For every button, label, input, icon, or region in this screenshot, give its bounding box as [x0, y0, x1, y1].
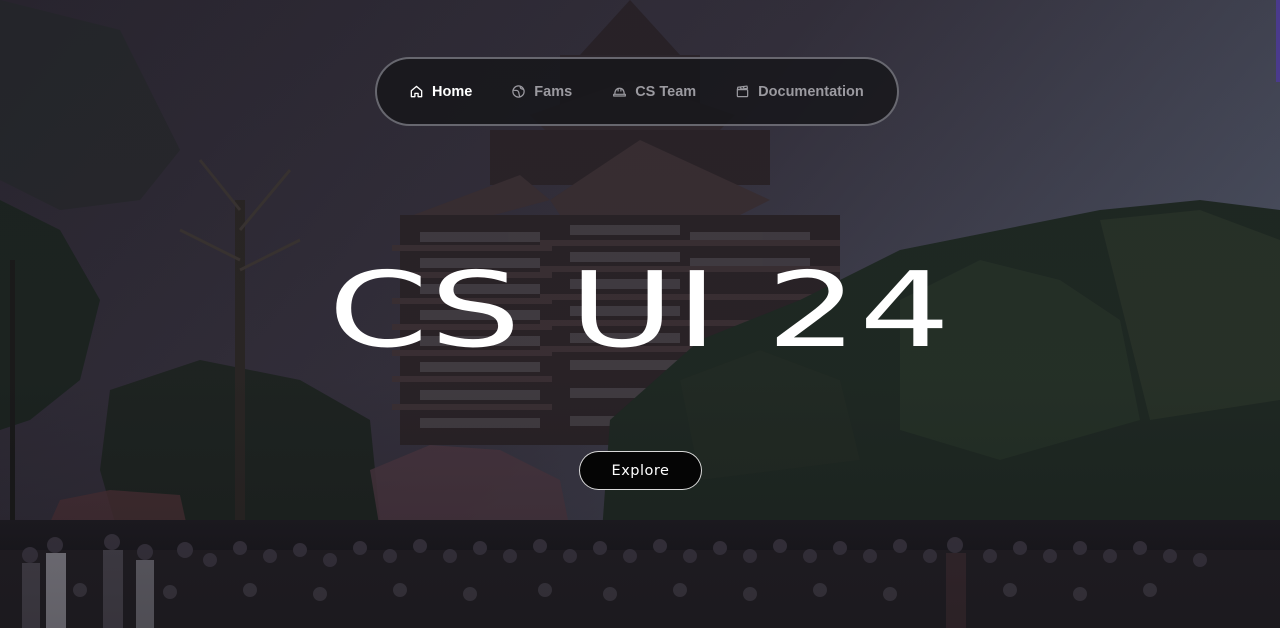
explore-button[interactable]: Explore	[579, 451, 702, 490]
nav-item-cs-team[interactable]: CS Team	[612, 77, 696, 107]
nav-item-fams[interactable]: Fams	[511, 77, 572, 107]
hero-title: CS UI 24	[328, 249, 952, 371]
nav-item-label: Fams	[534, 83, 573, 100]
main-navbar: Home Fams CS Team Documentation	[375, 57, 899, 126]
nav-item-label: Home	[432, 83, 473, 100]
nav-item-label: Documentation	[758, 83, 864, 100]
helmet-icon	[612, 84, 627, 99]
nav-item-label: CS Team	[635, 83, 697, 100]
nav-item-home[interactable]: Home	[409, 77, 472, 107]
home-icon	[409, 84, 424, 99]
nav-item-documentation[interactable]: Documentation	[735, 77, 864, 107]
edge-accent	[1276, 0, 1280, 82]
clapperboard-icon	[735, 84, 750, 99]
landing-page: Home Fams CS Team Documentation CS UI 24…	[0, 0, 1280, 628]
globe-icon	[511, 84, 526, 99]
